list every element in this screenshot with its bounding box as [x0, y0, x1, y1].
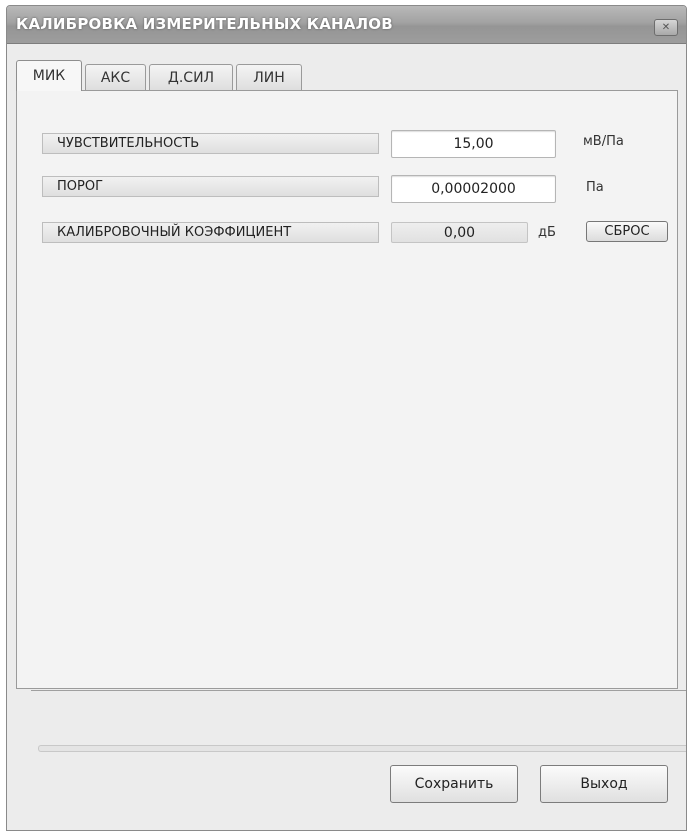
calibration-window: КАЛИБРОВКА ИЗМЕРИТЕЛЬНЫХ КАНАЛОВ ✕ МИК А…	[6, 5, 687, 831]
tab-mik[interactable]: МИК	[16, 60, 82, 91]
title-bar[interactable]: КАЛИБРОВКА ИЗМЕРИТЕЛЬНЫХ КАНАЛОВ ✕	[7, 6, 686, 44]
close-icon: ✕	[661, 22, 671, 33]
window-title: КАЛИБРОВКА ИЗМЕРИТЕЛЬНЫХ КАНАЛОВ	[16, 15, 393, 33]
tab-panel-mik: ЧУВСТВИТЕЛЬНОСТЬ 15,00 мВ/Па ПОРОГ 0,000…	[16, 90, 678, 689]
threshold-unit: Па	[586, 180, 604, 195]
threshold-label: ПОРОГ	[42, 176, 379, 197]
reset-button[interactable]: СБРОС	[586, 221, 668, 242]
divider	[31, 690, 686, 691]
cal-coeff-label: КАЛИБРОВОЧНЫЙ КОЭФФИЦИЕНТ	[42, 222, 379, 243]
sensitivity-unit: мВ/Па	[583, 134, 624, 149]
exit-button[interactable]: Выход	[540, 765, 668, 803]
sensitivity-label: ЧУВСТВИТЕЛЬНОСТЬ	[42, 133, 379, 154]
cal-coeff-unit: дБ	[538, 225, 556, 240]
save-button[interactable]: Сохранить	[390, 765, 518, 803]
status-bar	[38, 745, 686, 752]
tab-lin[interactable]: ЛИН	[236, 64, 302, 90]
sensitivity-input[interactable]: 15,00	[391, 130, 556, 158]
cal-coeff-value: 0,00	[391, 222, 528, 243]
close-button[interactable]: ✕	[654, 19, 678, 36]
tab-aks[interactable]: АКС	[85, 64, 146, 90]
tab-dsil[interactable]: Д.СИЛ	[149, 64, 233, 90]
threshold-input[interactable]: 0,00002000	[391, 175, 556, 203]
